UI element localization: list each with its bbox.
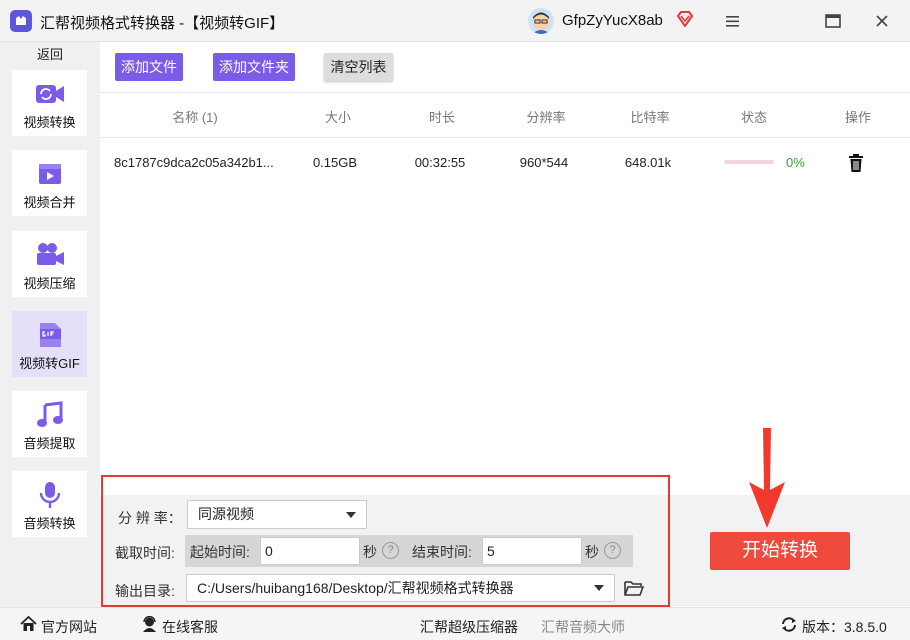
version-text: 版本：3.8.5.0	[802, 619, 887, 635]
column-header-status: 状态	[740, 110, 767, 125]
sidebar-item-video-to-gif[interactable]: 视频转GIF	[12, 311, 87, 377]
close-icon[interactable]	[869, 8, 895, 34]
video-merge-icon	[39, 164, 61, 184]
title-bar: 汇帮视频格式转换器 -【视频转GIF】 GfpZyYucX8ab	[0, 0, 910, 42]
sidebar-item-audio-convert[interactable]: 音频转换	[12, 471, 87, 537]
gif-icon	[40, 323, 61, 347]
column-header-size: 大小	[324, 110, 351, 125]
column-header-duration: 时长	[428, 110, 455, 125]
add-folder-button[interactable]: 添加文件夹	[213, 53, 295, 81]
refresh-icon[interactable]	[780, 616, 798, 633]
file-resolution: 960*544	[519, 155, 569, 170]
microphone-icon	[39, 482, 61, 508]
back-button[interactable]: 返回	[8, 44, 92, 66]
maximize-icon[interactable]	[820, 8, 846, 34]
column-header-bitrate: 比特率	[630, 110, 670, 125]
clear-list-button[interactable]: 清空列表	[324, 53, 393, 81]
customer-service-icon	[143, 616, 156, 632]
app-title: 汇帮视频格式转换器 -【视频转GIF】	[40, 15, 285, 32]
username[interactable]: GfpZyYucX8ab	[562, 12, 663, 29]
progress-bar	[724, 160, 774, 164]
sidebar-item-video-compress[interactable]: 视频压缩	[12, 231, 87, 297]
file-size: 0.15GB	[312, 155, 358, 170]
online-support-link[interactable]: 在线客服	[162, 617, 218, 637]
user-avatar[interactable]	[528, 8, 554, 34]
trash-icon[interactable]	[848, 154, 864, 172]
music-note-icon	[37, 401, 63, 427]
sidebar-item-label: 音频转换	[23, 516, 76, 531]
footer-bar: 官方网站 在线客服 汇帮超级压缩器 汇帮音频大师 版本：3.8.5.0	[0, 607, 910, 640]
video-compress-icon	[37, 243, 64, 265]
sidebar-item-video-convert[interactable]: 视频转换	[12, 70, 87, 136]
official-website-link[interactable]: 官方网站	[41, 617, 97, 637]
sidebar-item-audio-extract[interactable]: 音频提取	[12, 391, 87, 457]
file-name: 8c1787c9dca2c05a342b1...	[114, 155, 274, 170]
sidebar-item-label: 音频提取	[23, 436, 76, 451]
menu-icon[interactable]	[720, 8, 746, 34]
app-logo-icon	[10, 10, 32, 32]
super-compressor-link[interactable]: 汇帮超级压缩器	[420, 617, 518, 637]
settings-highlight-box	[101, 475, 670, 607]
sidebar-item-label: 视频压缩	[23, 276, 76, 291]
progress-percent: 0%	[786, 155, 805, 170]
red-arrow-down-icon	[749, 428, 785, 528]
column-header-resolution: 分辨率	[526, 110, 566, 125]
vip-diamond-icon[interactable]	[676, 11, 694, 27]
sidebar-item-label: 视频合并	[23, 195, 76, 210]
sidebar-item-label: 视频转换	[23, 115, 76, 130]
file-duration: 00:32:55	[414, 155, 466, 170]
start-convert-button[interactable]: 开始转换	[710, 532, 850, 570]
home-icon	[20, 616, 37, 631]
audio-master-link[interactable]: 汇帮音频大师	[541, 617, 625, 637]
sidebar-item-video-merge[interactable]: 视频合并	[12, 150, 87, 216]
add-file-button[interactable]: 添加文件	[115, 53, 183, 81]
sidebar-item-label: 视频转GIF	[19, 356, 80, 371]
column-header-name: 名称 (1)	[172, 110, 218, 125]
column-header-actions: 操作	[844, 110, 871, 125]
file-bitrate: 648.01k	[624, 155, 672, 170]
video-convert-icon	[36, 85, 64, 103]
